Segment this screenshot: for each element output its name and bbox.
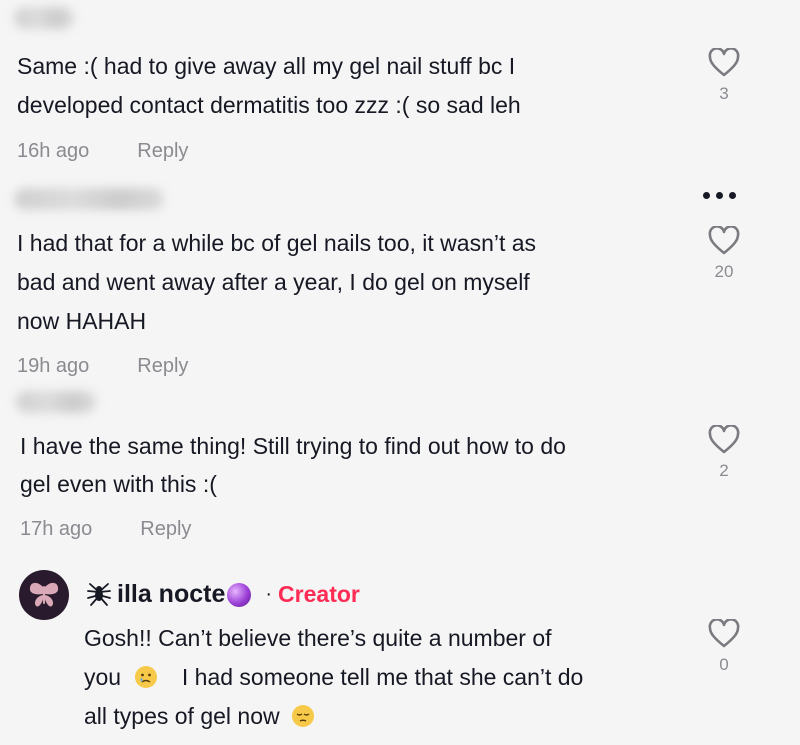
avatar[interactable]	[19, 570, 69, 620]
comment-text-line: all types of gel now	[84, 697, 315, 736]
comment-time: 17h ago	[20, 518, 93, 540]
spider-icon	[87, 583, 111, 606]
creator-badge: Creator	[278, 580, 360, 607]
like-count: 2	[719, 461, 729, 480]
heart-outline-icon[interactable]	[708, 425, 740, 455]
reply-button[interactable]: Reply	[140, 518, 191, 541]
crying-face-icon	[135, 666, 158, 688]
like-count: 20	[714, 262, 734, 281]
heart-outline-icon[interactable]	[708, 619, 740, 649]
comment-text-line: bad and went away after a year, I do gel…	[17, 269, 530, 295]
heart-outline-icon[interactable]	[708, 48, 740, 78]
blurred-username[interactable]	[16, 391, 96, 413]
separator-dot: ·	[265, 582, 273, 605]
comment-meta: 16h ago Reply	[17, 140, 188, 163]
comment-text-line: developed contact dermatitis too zzz :( …	[17, 92, 521, 118]
comment-text-line: gel even with this :(	[20, 471, 217, 497]
like-control: 2	[704, 425, 744, 481]
like-count: 0	[719, 655, 729, 674]
creator-header: illa nocte · Creator	[85, 576, 360, 612]
comment-text-segment: all types of gel now	[84, 703, 280, 729]
comment-text-segment: you	[84, 664, 122, 690]
reply-button[interactable]: Reply	[137, 140, 188, 163]
comment-time: 19h ago	[17, 355, 90, 377]
like-count: 3	[719, 84, 729, 103]
comment-text-segment: I had someone tell me that she can’t do	[181, 664, 584, 690]
like-control: 3	[704, 48, 744, 104]
comment-text-line: I had that for a while bc of gel nails t…	[17, 230, 537, 256]
blurred-username[interactable]	[14, 188, 164, 210]
blurred-username[interactable]	[14, 7, 74, 29]
comment-meta: 17h ago Reply	[20, 518, 191, 541]
comment-meta: 19h ago Reply	[17, 355, 188, 378]
comment-text-line: Gosh!! Can’t believe there’s quite a num…	[84, 625, 552, 651]
like-control: 0	[704, 619, 744, 675]
like-control: 20	[704, 226, 744, 282]
pensive-face-icon	[292, 705, 315, 727]
comment-text-line: Same :( had to give away all my gel nail…	[17, 53, 516, 79]
crystal-ball-icon	[227, 583, 252, 607]
comment-text-line: you I had someone tell me that she can’t…	[84, 658, 583, 697]
more-dots-icon[interactable]	[703, 192, 736, 199]
comment-time: 16h ago	[17, 140, 90, 162]
comment-text-line: I have the same thing! Still trying to f…	[20, 433, 566, 459]
comment-text-line: now HAHAH	[17, 308, 147, 334]
moth-avatar	[29, 582, 59, 607]
creator-username[interactable]: illa nocte	[117, 580, 225, 609]
reply-button[interactable]: Reply	[137, 355, 188, 378]
heart-outline-icon[interactable]	[708, 226, 740, 256]
